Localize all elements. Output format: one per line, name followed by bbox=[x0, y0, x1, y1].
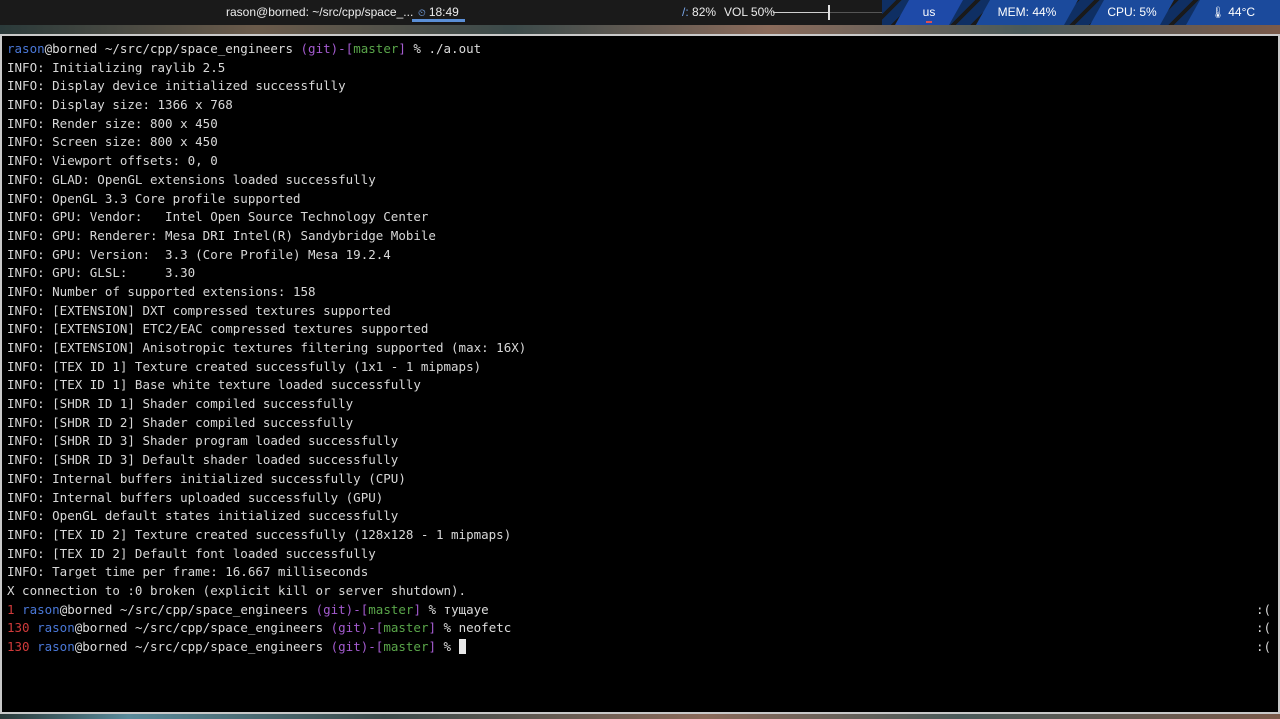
prompt-user: rason bbox=[37, 639, 75, 654]
output-line: INFO: [TEX ID 2] Default font loaded suc… bbox=[7, 545, 376, 561]
thermometer-icon: 🌡︎ bbox=[1210, 7, 1225, 19]
clock-time: 18:49 bbox=[428, 5, 459, 19]
cpu-usage-label: CPU: 5% bbox=[1107, 5, 1157, 19]
output-line: X connection to :0 broken (explicit kill… bbox=[7, 582, 467, 598]
prompt-exit-code: 1 bbox=[7, 601, 15, 617]
prompt-branch: master bbox=[353, 41, 399, 56]
output-line: INFO: GPU: Version: 3.3 (Core Profile) M… bbox=[7, 246, 391, 262]
window-title[interactable]: rason@borned: ~/src/cpp/space_... bbox=[226, 5, 413, 19]
prompt-dash: - bbox=[353, 601, 361, 617]
prompt-git: (git) bbox=[315, 601, 354, 617]
disk-usage-widget: /: 82% bbox=[682, 5, 716, 19]
output-line: INFO: Display size: 1366 x 768 bbox=[7, 97, 233, 113]
output-line: INFO: [EXTENSION] ETC2/EAC compressed te… bbox=[7, 321, 429, 337]
wallpaper-edge-bottom bbox=[0, 714, 1280, 719]
output-line: INFO: Viewport offsets: 0, 0 bbox=[7, 153, 218, 169]
prompt-command: % neofetc bbox=[436, 620, 512, 636]
clock-widget[interactable]: ⏲ 18:49 bbox=[412, 0, 465, 22]
volume-slider-fill bbox=[773, 12, 829, 13]
prompt-branch-close: ] bbox=[428, 639, 437, 654]
prompt-branch-close: ] bbox=[428, 620, 437, 636]
prompt-line: 130 rason@borned ~/src/cpp/space_enginee… bbox=[7, 619, 1273, 638]
cpu-usage-widget: CPU: 5% bbox=[1090, 0, 1174, 25]
output-line: INFO: GLAD: OpenGL extensions loaded suc… bbox=[7, 171, 376, 187]
output-line: INFO: [SHDR ID 3] Default shader loaded … bbox=[7, 452, 399, 468]
right-prompt-sad-face: :( bbox=[1255, 639, 1271, 654]
output-line: INFO: Screen size: 800 x 450 bbox=[7, 134, 218, 150]
keyboard-layout-indicator[interactable]: us bbox=[895, 0, 963, 25]
prompt-host-path: @borned ~/src/cpp/space_engineers bbox=[59, 601, 316, 617]
prompt-exit-code: 130 bbox=[7, 639, 30, 654]
prompt-command: % тущaуе bbox=[420, 601, 489, 617]
prompt-git: (git) bbox=[300, 41, 339, 56]
prompt-host-path: @borned ~/src/cpp/space_engineers bbox=[44, 41, 301, 56]
output-line: INFO: [SHDR ID 3] Shader program loaded … bbox=[7, 433, 399, 449]
prompt-branch: master bbox=[368, 601, 414, 617]
output-line: INFO: GPU: GLSL: 3.30 bbox=[7, 265, 196, 281]
output-line: INFO: [TEX ID 1] Texture created success… bbox=[7, 358, 482, 374]
terminal-cursor bbox=[458, 639, 466, 654]
output-line: INFO: [SHDR ID 1] Shader compiled succes… bbox=[7, 396, 354, 412]
disk-label: /: bbox=[682, 5, 689, 19]
output-line: INFO: GPU: Renderer: Mesa DRI Intel(R) S… bbox=[7, 227, 436, 243]
prompt-command: % bbox=[436, 639, 459, 654]
prompt-user: rason bbox=[22, 601, 60, 617]
output-line: INFO: Render size: 800 x 450 bbox=[7, 115, 218, 131]
output-line: INFO: [SHDR ID 2] Shader compiled succes… bbox=[7, 414, 354, 430]
prompt-host-path: @borned ~/src/cpp/space_engineers bbox=[74, 639, 331, 654]
right-prompt-sad-face: :( bbox=[1255, 620, 1271, 636]
terminal-output[interactable]: rason@borned ~/src/cpp/space_engineers (… bbox=[7, 40, 1273, 657]
prompt-exit-code: 130 bbox=[7, 620, 30, 636]
prompt-branch: master bbox=[383, 620, 429, 636]
prompt-dash: - bbox=[368, 620, 376, 636]
output-line: INFO: Number of supported extensions: 15… bbox=[7, 283, 316, 299]
terminal-window[interactable]: rason@borned ~/src/cpp/space_engineers (… bbox=[0, 34, 1280, 714]
right-prompt-sad-face: :( bbox=[1255, 601, 1271, 617]
disk-usage-value: 82% bbox=[692, 5, 717, 19]
prompt-host-path: @borned ~/src/cpp/space_engineers bbox=[74, 620, 331, 636]
error-prompts: 1 rason@borned ~/src/cpp/space_engineers… bbox=[7, 601, 1273, 657]
prompt-line: 1 rason@borned ~/src/cpp/space_engineers… bbox=[7, 601, 1273, 620]
output-line: INFO: [EXTENSION] DXT compressed texture… bbox=[7, 302, 391, 318]
prompt-dash: - bbox=[368, 639, 376, 654]
output-line: INFO: Initializing raylib 2.5 bbox=[7, 59, 226, 75]
temperature-widget: 🌡︎ 44°C bbox=[1186, 0, 1280, 25]
volume-slider-handle[interactable] bbox=[828, 5, 830, 20]
output-line: INFO: GPU: Vendor: Intel Open Source Tec… bbox=[7, 209, 429, 225]
prompt-git: (git) bbox=[330, 639, 369, 654]
output-line: INFO: OpenGL default states initialized … bbox=[7, 508, 399, 524]
output-line: INFO: Target time per frame: 16.667 mill… bbox=[7, 564, 369, 580]
output-line: INFO: Internal buffers initialized succe… bbox=[7, 470, 406, 486]
output-line: INFO: OpenGL 3.3 Core profile supported bbox=[7, 190, 301, 206]
volume-label: VOL 50% bbox=[724, 5, 775, 19]
prompt-branch-close: ] bbox=[413, 601, 421, 617]
command-output: INFO: Initializing raylib 2.5 INFO: Displ… bbox=[7, 59, 1273, 601]
output-line: INFO: [TEX ID 2] Texture created success… bbox=[7, 526, 512, 542]
prompt-branch: master bbox=[383, 639, 429, 654]
output-line: INFO: Internal buffers uploaded successf… bbox=[7, 489, 384, 505]
wallpaper-edge-top bbox=[0, 25, 1280, 34]
prompt-branch-close: ] bbox=[398, 41, 406, 56]
prompt-user: rason bbox=[7, 41, 45, 56]
prompt-git: (git) bbox=[330, 620, 369, 636]
keyboard-layout-label: us bbox=[922, 5, 936, 19]
memory-usage-label: MEM: 44% bbox=[997, 5, 1057, 19]
prompt-line: 130 rason@borned ~/src/cpp/space_enginee… bbox=[7, 638, 1273, 657]
output-line: INFO: Display device initialized success… bbox=[7, 78, 346, 94]
prompt-line: rason@borned ~/src/cpp/space_engineers (… bbox=[7, 40, 1273, 59]
clock-icon: ⏲ bbox=[418, 8, 426, 19]
output-line: INFO: [EXTENSION] Anisotropic textures f… bbox=[7, 340, 527, 355]
volume-slider[interactable] bbox=[773, 5, 885, 20]
memory-usage-widget: MEM: 44% bbox=[976, 0, 1078, 25]
output-line: INFO: [TEX ID 1] Base white texture load… bbox=[7, 377, 421, 393]
temperature-value: 44°C bbox=[1228, 5, 1256, 19]
prompt-command: % ./a.out bbox=[405, 41, 482, 56]
prompt-dash: - bbox=[338, 41, 346, 56]
prompt-user: rason bbox=[37, 620, 75, 636]
top-status-bar: rason@borned: ~/src/cpp/space_... ⏲ 18:49… bbox=[0, 0, 1280, 25]
